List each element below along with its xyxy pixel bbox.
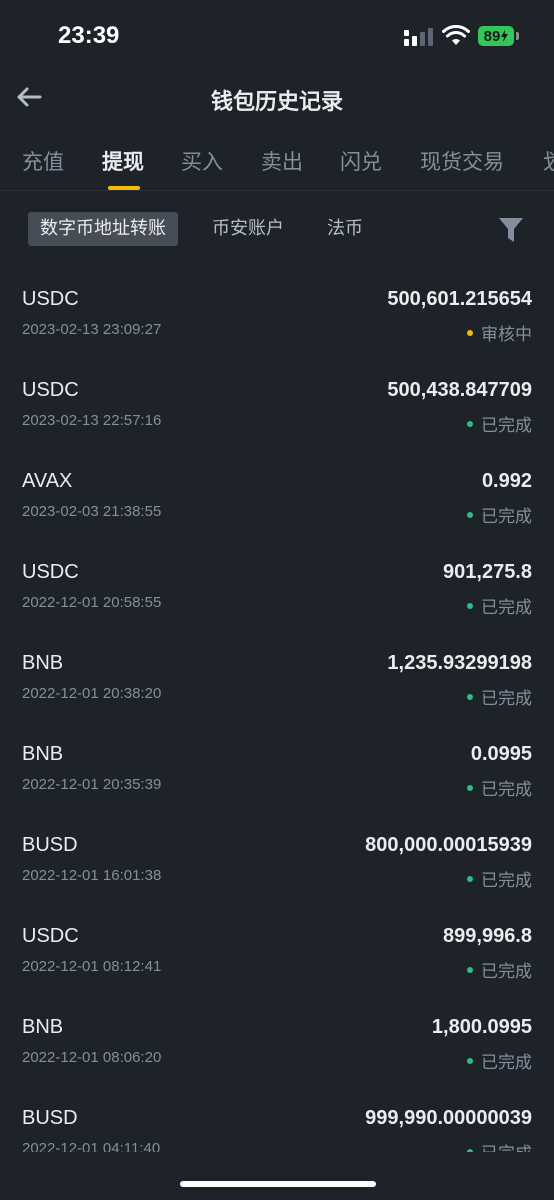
record-status-label: 已完成	[481, 780, 532, 800]
coin-name: USDC	[22, 925, 79, 947]
record-status: 已完成	[467, 502, 532, 527]
cellular-signal-icon	[404, 28, 433, 46]
record-status-label: 已完成	[481, 1139, 532, 1152]
subtab-crypto-address[interactable]: 数字币地址转账	[28, 212, 178, 246]
coin-name: USDC	[22, 379, 79, 401]
completed-dot-icon	[467, 875, 473, 882]
completed-dot-icon	[467, 1148, 473, 1152]
history-row[interactable]: BUSD 2022-12-01 16:01:38 800,000.0001593…	[0, 810, 554, 901]
record-amount: 1,800.0995	[431, 1016, 532, 1038]
coin-name: BUSD	[22, 834, 78, 856]
coin-name: USDC	[22, 288, 79, 310]
record-date: 2022-12-01 20:35:39	[22, 776, 162, 793]
history-row[interactable]: USDC 2022-12-01 08:12:41 899,996.8 已完成	[0, 901, 554, 992]
record-status-label: 已完成	[481, 871, 532, 891]
tab-deposit[interactable]: 充值	[22, 146, 64, 176]
completed-dot-icon	[467, 1057, 473, 1064]
battery-tip	[516, 32, 519, 40]
record-status: 已完成	[467, 1048, 532, 1073]
tab-spot-trading[interactable]: 现货交易	[420, 146, 504, 176]
filter-icon[interactable]	[498, 216, 524, 244]
page-title: 钱包历史记录	[210, 90, 343, 115]
record-status-label: 已完成	[481, 962, 532, 982]
coin-name: BUSD	[22, 1107, 78, 1129]
coin-name: BNB	[22, 652, 64, 674]
record-status-label: 已完成	[481, 416, 532, 436]
record-amount: 901,275.8	[443, 561, 532, 583]
record-amount: 1,235.93299198	[387, 652, 532, 674]
home-indicator[interactable]	[180, 1181, 376, 1187]
tab-buy[interactable]: 买入	[181, 146, 223, 176]
tab-sell[interactable]: 卖出	[261, 146, 303, 176]
history-row[interactable]: USDC 2023-02-13 22:57:16 500,438.847709 …	[0, 355, 554, 446]
record-date: 2022-12-01 16:01:38	[22, 867, 162, 884]
completed-dot-icon	[467, 784, 473, 791]
history-row[interactable]: USDC 2022-12-01 20:58:55 901,275.8 已完成	[0, 537, 554, 628]
history-row[interactable]: BNB 2022-12-01 08:06:20 1,800.0995 已完成	[0, 992, 554, 1083]
history-row[interactable]: AVAX 2023-02-03 21:38:55 0.992 已完成	[0, 446, 554, 537]
record-status: 已完成	[467, 1139, 532, 1152]
coin-name: AVAX	[22, 470, 73, 492]
tab-transfer[interactable]: 划	[543, 146, 554, 176]
pending-dot-icon	[467, 329, 473, 336]
record-amount: 899,996.8	[443, 925, 532, 947]
category-tabs: 充值 提现 买入 卖出 闪兑 现货交易 划	[0, 138, 554, 191]
active-tab-indicator	[108, 186, 140, 190]
tab-withdraw[interactable]: 提现	[102, 146, 144, 176]
subtab-fiat[interactable]: 法币	[315, 212, 375, 246]
coin-name: BNB	[22, 743, 64, 765]
record-status: 已完成	[467, 593, 532, 618]
record-status: 已完成	[467, 957, 532, 982]
record-date: 2023-02-03 21:38:55	[22, 503, 162, 520]
record-status: 已完成	[467, 775, 532, 800]
coin-name: USDC	[22, 561, 79, 583]
tab-convert[interactable]: 闪兑	[340, 146, 382, 176]
record-date: 2022-12-01 08:12:41	[22, 958, 162, 975]
completed-dot-icon	[467, 693, 473, 700]
record-amount: 0.992	[481, 470, 532, 492]
record-status: 已完成	[467, 411, 532, 436]
record-amount: 800,000.00015939	[365, 834, 532, 856]
completed-dot-icon	[467, 511, 473, 518]
history-row[interactable]: BNB 2022-12-01 20:38:20 1,235.93299198 已…	[0, 628, 554, 719]
record-status-label: 已完成	[481, 598, 532, 618]
record-date: 2022-12-01 20:58:55	[22, 594, 162, 611]
record-date: 2023-02-13 22:57:16	[22, 412, 162, 429]
record-status: 审核中	[467, 320, 532, 345]
record-status: 已完成	[467, 684, 532, 709]
battery-level: 89	[483, 27, 501, 45]
status-time: 23:39	[58, 22, 120, 49]
record-status-label: 已完成	[481, 1053, 532, 1073]
completed-dot-icon	[467, 602, 473, 609]
history-row[interactable]: BNB 2022-12-01 20:35:39 0.0995 已完成	[0, 719, 554, 810]
record-status-label: 已完成	[481, 689, 532, 709]
wifi-icon	[442, 25, 470, 45]
record-date: 2023-02-13 23:09:27	[22, 321, 162, 338]
record-amount: 0.0995	[470, 743, 532, 765]
history-row[interactable]: BUSD 2022-12-01 04:11:40 999,990.0000003…	[0, 1083, 554, 1152]
record-date: 2022-12-01 20:38:20	[22, 685, 162, 702]
withdraw-history-list: USDC 2023-02-13 23:09:27 500,601.215654 …	[0, 264, 554, 1152]
status-bar: 23:39 89	[0, 0, 554, 72]
nav-bar: 钱包历史记录	[0, 72, 554, 126]
record-status-label: 审核中	[481, 325, 532, 345]
record-amount: 999,990.00000039	[365, 1107, 532, 1129]
record-status-label: 已完成	[481, 507, 532, 527]
subtab-binance-account[interactable]: 币安账户	[200, 212, 296, 246]
history-row[interactable]: USDC 2023-02-13 23:09:27 500,601.215654 …	[0, 264, 554, 355]
record-amount: 500,601.215654	[387, 288, 532, 310]
battery-indicator: 89	[478, 26, 514, 46]
charging-bolt-icon	[501, 30, 509, 42]
record-amount: 500,438.847709	[387, 379, 532, 401]
completed-dot-icon	[467, 966, 473, 973]
record-status: 已完成	[467, 866, 532, 891]
record-date: 2022-12-01 08:06:20	[22, 1049, 162, 1066]
record-date: 2022-12-01 04:11:40	[22, 1140, 161, 1152]
withdraw-type-filter: 数字币地址转账 币安账户 法币	[0, 210, 554, 250]
completed-dot-icon	[467, 420, 473, 427]
coin-name: BNB	[22, 1016, 64, 1038]
